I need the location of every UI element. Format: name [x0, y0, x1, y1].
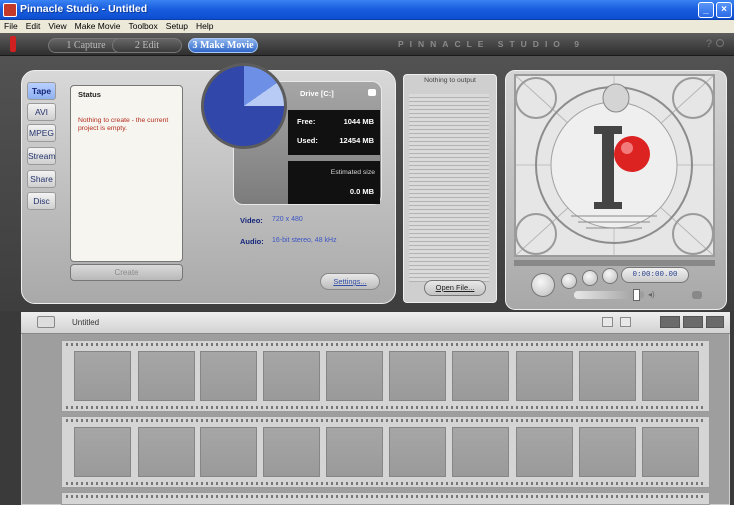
status-box: Status Nothing to create - the current p… — [70, 85, 183, 262]
project-title: Untitled — [72, 318, 100, 327]
tab-edit[interactable]: 2 Edit — [112, 38, 182, 53]
estimated-size-block: Estimated size 0.0 MB — [288, 161, 380, 204]
storyboard-slot[interactable] — [516, 351, 573, 401]
side-tab-tape[interactable]: Tape — [27, 82, 56, 100]
storyboard-slot[interactable] — [579, 427, 636, 477]
storyboard-slot[interactable] — [200, 427, 257, 477]
close-button[interactable]: × — [716, 2, 732, 18]
storyboard-slot[interactable] — [263, 427, 320, 477]
menu-help[interactable]: Help — [192, 20, 217, 31]
storyboard-slot[interactable] — [326, 427, 383, 477]
side-tab-avi[interactable]: AVI — [27, 103, 56, 121]
estimated-size-value: 0.0 MB — [349, 187, 374, 196]
tab-make-movie[interactable]: 3 Make Movie — [188, 38, 258, 53]
disk-usage-pie — [201, 63, 287, 149]
side-tab-mpeg[interactable]: MPEG — [27, 124, 56, 142]
timecode-display[interactable]: 0:00:00.00 — [621, 267, 689, 283]
app-icon — [3, 3, 17, 17]
volume-icon: ◂) — [648, 290, 655, 299]
window-title: Pinnacle Studio - Untitled — [20, 3, 148, 15]
menu-bar: File Edit View Make Movie Toolbox Setup Help — [0, 20, 734, 33]
used-key: Used: — [297, 136, 318, 145]
menu-view[interactable]: View — [44, 20, 70, 31]
menu-toolbox[interactable]: Toolbox — [124, 20, 161, 31]
drive-select-icon[interactable] — [368, 89, 376, 96]
used-value: 12454 MB — [339, 136, 374, 145]
menu-make-movie[interactable]: Make Movie — [71, 20, 125, 31]
title-bar: Pinnacle Studio - Untitled _ × — [0, 0, 734, 20]
split-clip-icon[interactable] — [602, 317, 613, 327]
storyboard-slot[interactable] — [74, 351, 131, 401]
delete-clip-icon[interactable] — [620, 317, 631, 327]
brand-label: PINNACLE STUDIO 9 — [398, 39, 586, 49]
storyboard-slot[interactable] — [389, 427, 446, 477]
speaker-icon[interactable] — [692, 291, 702, 299]
storyboard-slot[interactable] — [74, 427, 131, 477]
open-file-button[interactable]: Open File... — [424, 280, 486, 296]
status-message: Nothing to create - the current project … — [78, 117, 169, 132]
text-view-button[interactable] — [706, 316, 724, 328]
settings-button[interactable]: Settings... — [320, 273, 380, 290]
storyboard-slot[interactable] — [516, 427, 573, 477]
movie-window-icon[interactable] — [37, 316, 55, 328]
help-icon[interactable]: ? — [706, 38, 712, 50]
side-tab-stream[interactable]: Stream — [27, 147, 56, 165]
rewind-button[interactable] — [561, 273, 577, 289]
menu-setup[interactable]: Setup — [162, 20, 192, 31]
step-forward-button[interactable] — [602, 268, 618, 284]
preview-screen — [514, 74, 715, 257]
storyboard-slot[interactable] — [200, 351, 257, 401]
estimated-size-label: Estimated size — [330, 169, 375, 176]
audio-key: Audio: — [240, 237, 264, 246]
step-back-button[interactable] — [582, 270, 598, 286]
side-tab-share[interactable]: Share — [27, 170, 56, 188]
storyboard-slot[interactable] — [326, 351, 383, 401]
free-value: 1044 MB — [343, 117, 374, 126]
storyboard-slot[interactable] — [642, 351, 699, 401]
storyboard-slot[interactable] — [389, 351, 446, 401]
storyboard-slot[interactable] — [263, 351, 320, 401]
side-tab-disc[interactable]: Disc — [27, 192, 56, 210]
menu-file[interactable]: File — [0, 20, 22, 31]
drive-usage-block: Free: 1044 MB Used: 12454 MB — [288, 110, 380, 155]
storyboard-slot[interactable] — [452, 427, 509, 477]
create-button[interactable]: Create — [70, 264, 183, 281]
output-header: Nothing to output — [424, 77, 476, 84]
drive-label: Drive [C:] — [300, 89, 334, 98]
scrubber-bar[interactable] — [514, 260, 715, 266]
storyboard-slot[interactable] — [452, 351, 509, 401]
play-button[interactable] — [531, 273, 555, 297]
storyboard-slot[interactable] — [138, 427, 195, 477]
audio-value: 16-bit stereo, 48 kHz — [272, 237, 337, 244]
pinnacle-logo-icon — [10, 36, 16, 52]
storyboard-slot[interactable] — [138, 351, 195, 401]
video-key: Video: — [240, 216, 263, 225]
storyboard-slot[interactable] — [579, 351, 636, 401]
output-preview-lines — [409, 94, 489, 282]
storyboard-view-button[interactable] — [660, 316, 680, 328]
free-key: Free: — [297, 117, 316, 126]
storyboard-slot[interactable] — [642, 427, 699, 477]
minimize-button[interactable]: _ — [698, 2, 714, 18]
status-label: Status — [78, 90, 101, 99]
options-icon[interactable] — [716, 39, 724, 47]
menu-edit[interactable]: Edit — [22, 20, 45, 31]
storyboard-strip — [61, 492, 710, 505]
timeline-view-button[interactable] — [683, 316, 703, 328]
video-value: 720 x 480 — [272, 216, 303, 223]
test-pattern-image — [516, 76, 713, 255]
volume-knob[interactable] — [633, 289, 640, 301]
mode-tab-bar: 1 Capture 2 Edit 3 Make Movie PINNACLE S… — [0, 33, 734, 56]
